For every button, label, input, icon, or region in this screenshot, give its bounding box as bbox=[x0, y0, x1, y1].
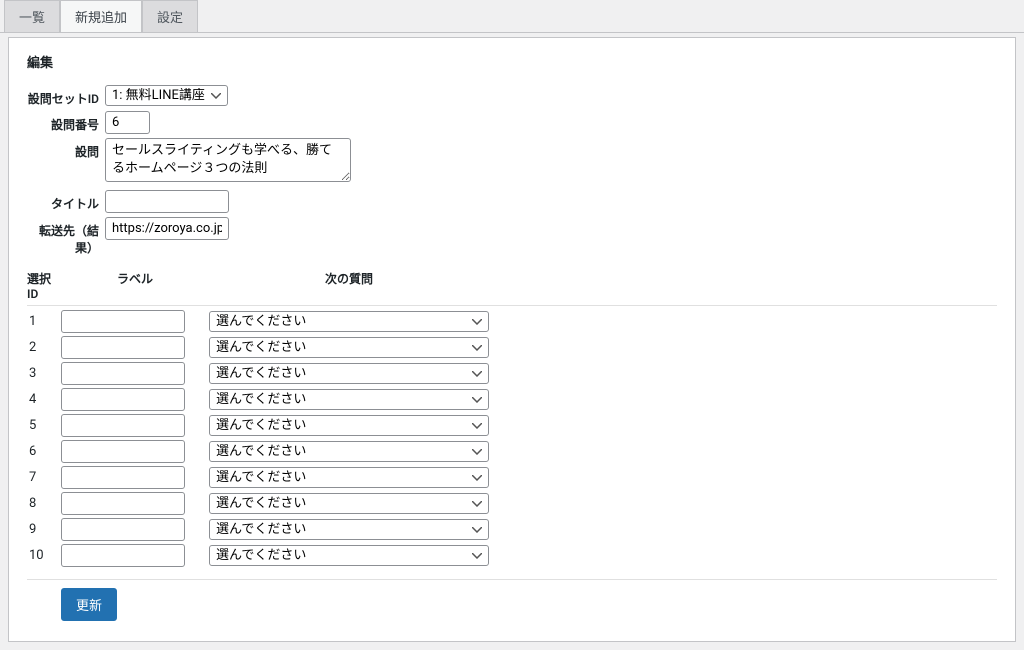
choice-next-select[interactable]: 選んでください bbox=[209, 363, 489, 384]
panel-title: 編集 bbox=[27, 52, 997, 71]
choice-id: 4 bbox=[27, 392, 61, 407]
choice-id: 5 bbox=[27, 418, 61, 433]
choice-next-select[interactable]: 選んでください bbox=[209, 441, 489, 462]
tab-settings[interactable]: 設定 bbox=[142, 0, 198, 32]
choice-id: 2 bbox=[27, 340, 61, 355]
tab-add[interactable]: 新規追加 bbox=[60, 0, 142, 32]
choice-next-select[interactable]: 選んでください bbox=[209, 519, 489, 540]
choice-row: 5 選んでください bbox=[27, 414, 997, 437]
choice-next-select[interactable]: 選んでください bbox=[209, 467, 489, 488]
question-textarea[interactable]: セールスライティングも学べる、勝てるホームページ３つの法則 bbox=[105, 138, 351, 182]
choice-next-select[interactable]: 選んでください bbox=[209, 337, 489, 358]
choice-label-input[interactable] bbox=[61, 362, 185, 385]
choice-id: 3 bbox=[27, 366, 61, 381]
choice-row: 3 選んでください bbox=[27, 362, 997, 385]
choice-id: 8 bbox=[27, 496, 61, 511]
choice-row: 10 選んでください bbox=[27, 544, 997, 567]
choices-header-next: 次の質問 bbox=[209, 270, 489, 301]
choice-label-input[interactable] bbox=[61, 518, 185, 541]
choice-row: 2 選んでください bbox=[27, 336, 997, 359]
choice-label-input[interactable] bbox=[61, 336, 185, 359]
choice-label-input[interactable] bbox=[61, 388, 185, 411]
choice-id: 9 bbox=[27, 522, 61, 537]
question-label: 設問 bbox=[27, 138, 105, 160]
choice-row: 8 選んでください bbox=[27, 492, 997, 515]
choice-label-input[interactable] bbox=[61, 440, 185, 463]
choice-next-select[interactable]: 選んでください bbox=[209, 389, 489, 410]
choice-label-input[interactable] bbox=[61, 310, 185, 333]
choice-label-input[interactable] bbox=[61, 414, 185, 437]
choices-header-label: ラベル bbox=[61, 270, 209, 301]
question-number-input[interactable] bbox=[105, 111, 150, 134]
choice-id: 1 bbox=[27, 314, 61, 329]
choice-label-input[interactable] bbox=[61, 544, 185, 567]
tabs-bar: 一覧 新規追加 設定 bbox=[0, 0, 1024, 33]
choice-label-input[interactable] bbox=[61, 466, 185, 489]
title-input[interactable] bbox=[105, 190, 229, 213]
question-number-label: 設問番号 bbox=[27, 111, 105, 133]
choice-label-input[interactable] bbox=[61, 492, 185, 515]
choice-id: 7 bbox=[27, 470, 61, 485]
choice-row: 4 選んでください bbox=[27, 388, 997, 411]
set-id-select[interactable]: 1: 無料LINE講座 bbox=[105, 85, 228, 106]
choices-table: 選択ID ラベル 次の質問 1 選んでください 2 選んでください 3 選んでください 4 選… bbox=[27, 270, 997, 621]
redirect-label: 転送先（結果） bbox=[27, 217, 105, 256]
choice-row: 9 選んでください bbox=[27, 518, 997, 541]
choice-row: 7 選んでください bbox=[27, 466, 997, 489]
choice-id: 6 bbox=[27, 444, 61, 459]
edit-panel: 編集 設問セットID 1: 無料LINE講座 設問番号 設問 セールスライティン… bbox=[8, 37, 1016, 642]
choice-row: 1 選んでください bbox=[27, 310, 997, 333]
choice-row: 6 選んでください bbox=[27, 440, 997, 463]
choice-next-select[interactable]: 選んでください bbox=[209, 493, 489, 514]
update-button[interactable]: 更新 bbox=[61, 588, 117, 621]
choice-id: 10 bbox=[27, 548, 61, 563]
choice-next-select[interactable]: 選んでください bbox=[209, 545, 489, 566]
tab-list[interactable]: 一覧 bbox=[4, 0, 60, 32]
set-id-label: 設問セットID bbox=[27, 85, 105, 107]
redirect-input[interactable] bbox=[105, 217, 229, 240]
choice-next-select[interactable]: 選んでください bbox=[209, 415, 489, 436]
title-label: タイトル bbox=[27, 190, 105, 212]
choice-next-select[interactable]: 選んでください bbox=[209, 311, 489, 332]
choices-header-id: 選択ID bbox=[27, 270, 61, 301]
